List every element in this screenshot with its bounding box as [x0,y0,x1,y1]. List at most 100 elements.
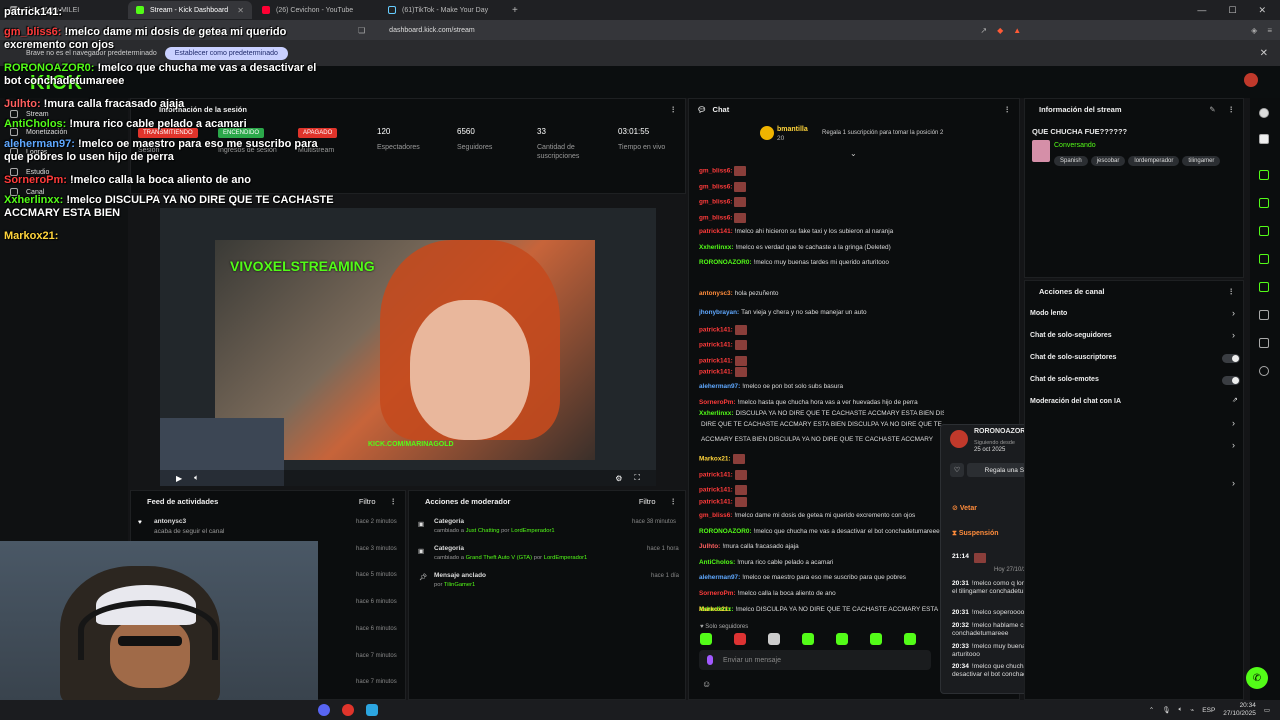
chat-username[interactable]: Julhto: [699,543,720,550]
maximize-icon[interactable]: ☐ [1228,5,1236,16]
emote-icon[interactable] [904,633,916,645]
chat-username[interactable]: gm_bliss6: [699,512,732,519]
chat-username[interactable]: aleherman97: [699,574,740,581]
chevron-right-icon[interactable]: › [1232,330,1235,340]
chat-message[interactable]: patrick141: [699,497,944,507]
calendar-icon[interactable] [1259,310,1269,320]
telegram-icon[interactable] [366,704,378,716]
chat-message[interactable]: SorneroPm: !melco calla la boca aliento d… [699,590,944,598]
chat-username[interactable]: Xxherlinxx: [699,410,733,417]
volume-icon[interactable]: 🔈︎ [1178,706,1182,714]
chat-message[interactable]: gm_bliss6: [699,166,944,176]
obs-icon[interactable] [342,704,354,716]
chat-message[interactable]: patrick141: [699,325,944,335]
share-icon[interactable]: ↗ [980,26,987,35]
chevron-down-icon[interactable]: ⌄ [850,149,857,158]
chat-username[interactable]: SorneroPm: [699,399,736,406]
top-gifter-name[interactable]: bmantilla [777,126,808,133]
chat-username[interactable]: patrick141: [699,472,733,479]
menu-icon[interactable]: ≡ [1267,26,1272,35]
chat-bubble-icon[interactable] [1259,254,1269,264]
edit-icon[interactable] [1259,134,1269,144]
clock[interactable]: 20:34 27/10/2025 [1223,702,1256,718]
chat-message[interactable]: DIRE QUE TE CACHASTE ACCMARY ESTA BIEN D… [699,421,944,429]
mic-icon[interactable]: 🎙︎ [1162,706,1170,714]
wrench-icon[interactable] [1259,338,1269,348]
chat-message[interactable]: aleherman97: !melco oe maestro para eso m… [699,574,944,582]
chat-message[interactable]: patrick141: !melco ahi hicieron su fake t… [699,228,944,236]
chat-message[interactable]: ACCMARY ESTA BIEN DISCULPA YA NO DIRE QU… [699,436,944,444]
chat-username[interactable]: Markox21: [699,606,731,613]
stream-category[interactable]: Conversando [1054,142,1096,149]
chat-message[interactable]: Julhto: !mura calla fracasado ajaja [699,543,944,551]
emote-picker-icon[interactable]: ☺ [702,679,711,689]
brave-shield-icon[interactable]: ◆ [997,26,1003,35]
chat-message[interactable]: antonysc3: hola pezuñento [699,290,944,298]
chat-username[interactable]: patrick141: [699,369,733,376]
follow-heart-icon[interactable]: ♡ [950,463,964,477]
chat-username[interactable]: gm_bliss6: [699,215,732,222]
support-chat-button[interactable]: ✆ [1246,667,1268,689]
chat-message[interactable]: patrick141: [699,485,944,495]
subscribers-only-toggle[interactable] [1222,354,1240,363]
chat-username[interactable]: AntiCholos: [699,559,735,566]
emote-icon[interactable] [700,633,712,645]
chat-username[interactable]: antonysc3: [699,290,733,297]
more-icon[interactable]: ⋮ [390,497,398,506]
emote-icon[interactable] [870,633,882,645]
url-field[interactable]: dashboard.kick.com/stream [389,27,475,34]
notification-icon[interactable]: ▭ [1264,706,1270,714]
chat-message[interactable]: patrick141: [699,340,944,350]
chat-username[interactable]: RORONOAZOR0: [699,528,752,535]
focus-icon[interactable] [1259,170,1269,180]
emote-icon[interactable] [768,633,780,645]
chat-username[interactable]: SorneroPm: [699,590,736,597]
chat-message[interactable]: patrick141: [699,367,944,377]
chat-username[interactable]: gm_bliss6: [699,199,732,206]
more-icon[interactable]: ⋮ [1228,287,1236,296]
chat-message[interactable]: SorneroPm: !melco hasta que chucha hora v… [699,399,944,407]
filter-button[interactable]: Filtro [639,497,656,506]
chat-username[interactable]: patrick141: [699,327,733,334]
chat-message[interactable]: Markox21: [699,606,944,614]
chat-message[interactable]: gm_bliss6: !melco dame mi dosis de getea … [699,512,944,520]
chevron-right-icon[interactable]: › [1232,478,1235,488]
chat-message[interactable]: RORONOAZOR0: !melco muy buenas tardes mi … [699,259,944,267]
chat-message[interactable]: jhonybrayan: Tan vieja y chera y no sabe … [699,309,944,317]
chevron-right-icon[interactable]: › [1232,440,1235,450]
chevron-up-icon[interactable]: ⌃ [1149,706,1154,714]
chat-message[interactable]: Xxherlinxx: DISCULPA YA NO DIRE QUE TE CA… [699,410,944,418]
chat-username[interactable]: patrick141: [699,342,733,349]
close-window-icon[interactable]: ✕ [1258,5,1266,16]
chat-input[interactable]: Enviar un mensaje [699,650,931,670]
brave-rewards-icon[interactable]: ▲ [1013,26,1021,35]
chevron-right-icon[interactable]: › [1232,418,1235,428]
action-followers-only[interactable]: Chat de solo-seguidores [1030,332,1112,339]
action-subscribers-only[interactable]: Chat de solo-suscriptores [1030,354,1116,361]
chat-message[interactable]: gm_bliss6: [699,197,944,207]
bookmark-icon[interactable]: ❏ [358,26,365,35]
more-icon[interactable]: ⋮ [670,105,678,114]
chat-message[interactable]: RORONOAZOR0: !melco que chucha me vas a d… [699,528,944,536]
chat-username[interactable]: Markox21: [699,456,731,463]
puzzle-icon[interactable] [1259,366,1269,376]
browser-tab-4[interactable]: (61)TikTok - Make Your Day [380,1,504,19]
chat-username[interactable]: aleherman97: [699,383,740,390]
chat-username[interactable]: patrick141: [699,358,733,365]
chat-message[interactable]: aleherman97: !melco oe pon bot solo subs … [699,383,944,391]
gift-leaderboard-cta[interactable]: Regala 1 suscripción para tomar la posic… [822,130,943,136]
chat-message[interactable]: gm_bliss6: [699,182,944,192]
fullscreen-icon[interactable]: ⛶ [634,473,640,483]
chat-message[interactable]: AntiCholos: !mura rico cable pelado a aca… [699,559,944,567]
chat-username[interactable]: jhonybrayan: [699,309,739,316]
language-indicator[interactable]: ESP [1202,707,1215,714]
emote-icon[interactable] [802,633,814,645]
settings-icon[interactable]: ⚙ [615,474,622,483]
close-icon[interactable]: ✕ [1260,48,1268,59]
sidebar-item-stream[interactable]: Stream [10,110,49,118]
avatar[interactable] [1244,73,1258,87]
shield-icon[interactable] [1259,282,1269,292]
minimize-icon[interactable]: — [1197,5,1206,16]
chat-message[interactable]: patrick141: [699,470,944,480]
chat-username[interactable]: gm_bliss6: [699,168,732,175]
